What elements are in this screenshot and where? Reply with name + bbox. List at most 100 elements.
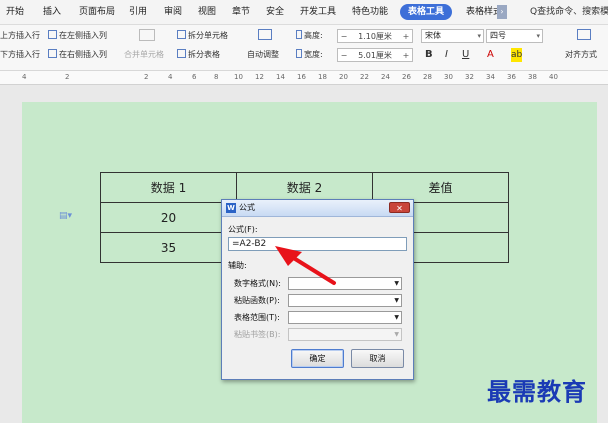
height-increase-button[interactable]: + <box>400 30 412 44</box>
split-table-icon <box>177 49 186 58</box>
formula-label: 公式(F): <box>228 225 258 234</box>
width-increase-button[interactable]: + <box>400 49 412 63</box>
table-cell[interactable]: 35 <box>100 232 237 263</box>
split-cells-icon <box>177 30 186 39</box>
height-label-text: 高度: <box>304 31 323 40</box>
italic-button[interactable]: I <box>445 48 448 62</box>
close-button[interactable]: ✕ <box>389 202 410 213</box>
table-range-select[interactable]: ▼ <box>288 311 402 324</box>
insert-row-above-button[interactable]: 上方插入行 <box>0 29 40 43</box>
font-color-button[interactable]: A <box>487 48 494 62</box>
table-header-cell[interactable]: 差值 <box>372 172 509 203</box>
insert-column-right-button[interactable]: 在右侧插入列 <box>48 48 107 62</box>
command-search[interactable]: Q查找命令、搜索模板 <box>530 0 608 24</box>
split-table-button[interactable]: 拆分表格 <box>177 48 220 62</box>
split-cells-button[interactable]: 拆分单元格 <box>177 29 228 43</box>
merge-cells-button[interactable]: 合并单元格 <box>124 48 164 62</box>
column-width-label: 宽度: <box>296 48 323 62</box>
chevron-down-icon: ▼ <box>394 280 399 287</box>
ruler-number: 4 <box>168 73 173 81</box>
insert-column-left-button[interactable]: 在左侧插入列 <box>48 29 107 43</box>
auxiliary-label: 辅助: <box>228 261 247 270</box>
tabs-overflow-button[interactable]: › <box>497 5 507 19</box>
table-tools-ribbon: 上方插入行 下方插入行 在左侧插入列 在右侧插入列 合并单元格 拆分单元格 拆分… <box>0 25 608 71</box>
paste-function-label: 粘贴函数(P): <box>234 296 280 305</box>
width-icon <box>296 49 302 58</box>
table-range-label: 表格范围(T): <box>234 313 280 322</box>
tab-table-tools[interactable]: 表格工具 <box>400 4 453 20</box>
height-decrease-button[interactable]: − <box>338 30 350 44</box>
tab-insert[interactable]: 插入 <box>43 0 61 24</box>
cancel-button[interactable]: 取消 <box>351 349 404 368</box>
chevron-down-icon: ▼ <box>394 331 399 338</box>
column-width-spinner[interactable]: − 5.01厘米 + <box>337 48 413 62</box>
ruler-number: 40 <box>549 73 558 81</box>
align-button[interactable]: 对齐方式 <box>565 48 597 62</box>
tab-view[interactable]: 视图 <box>198 0 216 24</box>
formula-input[interactable]: =A2-B2 <box>228 237 407 251</box>
tab-security[interactable]: 安全 <box>266 0 284 24</box>
merge-cells-icon <box>129 29 165 43</box>
ruler-number: 14 <box>276 73 285 81</box>
tab-start[interactable]: 开始 <box>6 0 24 24</box>
height-icon <box>296 30 302 39</box>
paste-bookmark-select: ▼ <box>288 328 402 341</box>
table-header-cell[interactable]: 数据 1 <box>100 172 237 203</box>
highlight-button[interactable]: ab <box>511 48 523 62</box>
table-grid-icon <box>258 29 272 40</box>
ruler-number: 6 <box>192 73 197 81</box>
ruler-number: 4 <box>22 73 27 81</box>
ruler-number: 16 <box>297 73 306 81</box>
chevron-down-icon: ▾ <box>536 32 540 40</box>
ruler-number: 28 <box>423 73 432 81</box>
row-height-spinner[interactable]: − 1.10厘米 + <box>337 29 413 43</box>
ruler-number: 32 <box>465 73 474 81</box>
ruler-number: 18 <box>318 73 327 81</box>
font-name-select[interactable]: 宋体 ▾ <box>421 29 484 43</box>
ruler-number: 2 <box>144 73 149 81</box>
tab-page-layout[interactable]: 页面布局 <box>79 0 115 24</box>
number-format-label: 数字格式(N): <box>234 279 281 288</box>
tab-special-features[interactable]: 特色功能 <box>352 0 388 24</box>
font-size-select[interactable]: 四号 ▾ <box>486 29 543 43</box>
split-table-label: 拆分表格 <box>188 50 220 59</box>
paste-bookmark-label: 粘贴书签(B): <box>234 330 281 339</box>
tab-references[interactable]: 引用 <box>129 0 147 24</box>
menu-bar: 开始 插入 页面布局 引用 审阅 视图 章节 安全 开发工具 特色功能 表格工具… <box>0 0 608 25</box>
table-cell[interactable]: 20 <box>100 202 237 233</box>
tab-developer[interactable]: 开发工具 <box>300 0 336 24</box>
table-header-cell[interactable]: 数据 2 <box>236 172 373 203</box>
ruler-number: 8 <box>214 73 219 81</box>
font-size-value: 四号 <box>490 31 506 40</box>
number-format-select[interactable]: ▼ <box>288 277 402 290</box>
height-value: 1.10厘米 <box>358 32 392 41</box>
auto-fit-icon <box>258 29 274 43</box>
dialog-title-bar[interactable]: W 公式 ✕ <box>222 200 413 217</box>
underline-button[interactable]: U <box>462 48 469 62</box>
ok-button[interactable]: 确定 <box>291 349 344 368</box>
align-lines-icon <box>577 29 591 40</box>
chevron-down-icon: ▾ <box>477 32 481 40</box>
dialog-title: 公式 <box>239 203 255 212</box>
width-label-text: 宽度: <box>304 50 323 59</box>
ruler-number: 12 <box>255 73 264 81</box>
ruler-number: 36 <box>507 73 516 81</box>
insert-row-below-button[interactable]: 下方插入行 <box>0 48 40 62</box>
insert-column-right-icon <box>48 49 57 58</box>
row-height-label: 高度: <box>296 29 323 43</box>
split-cells-label: 拆分单元格 <box>188 31 228 40</box>
width-decrease-button[interactable]: − <box>338 49 350 63</box>
chevron-down-icon: ▼ <box>394 297 399 304</box>
merge-grid-icon <box>139 29 155 41</box>
bold-button[interactable]: B <box>425 48 433 62</box>
auto-fit-button[interactable]: 自动调整 <box>247 48 279 62</box>
watermark-logo: 最需教育 <box>487 377 587 406</box>
insert-column-left-label: 在左侧插入列 <box>59 31 107 40</box>
tab-review[interactable]: 审阅 <box>164 0 182 24</box>
ruler-number: 24 <box>381 73 390 81</box>
ruler-number: 20 <box>339 73 348 81</box>
table-cell-menu-icon[interactable]: ▤▾ <box>59 211 72 221</box>
paste-function-select[interactable]: ▼ <box>288 294 402 307</box>
tab-section[interactable]: 章节 <box>232 0 250 24</box>
horizontal-ruler[interactable]: 4 2 2 4 6 8 10 12 14 16 18 20 22 24 26 2… <box>0 71 608 85</box>
